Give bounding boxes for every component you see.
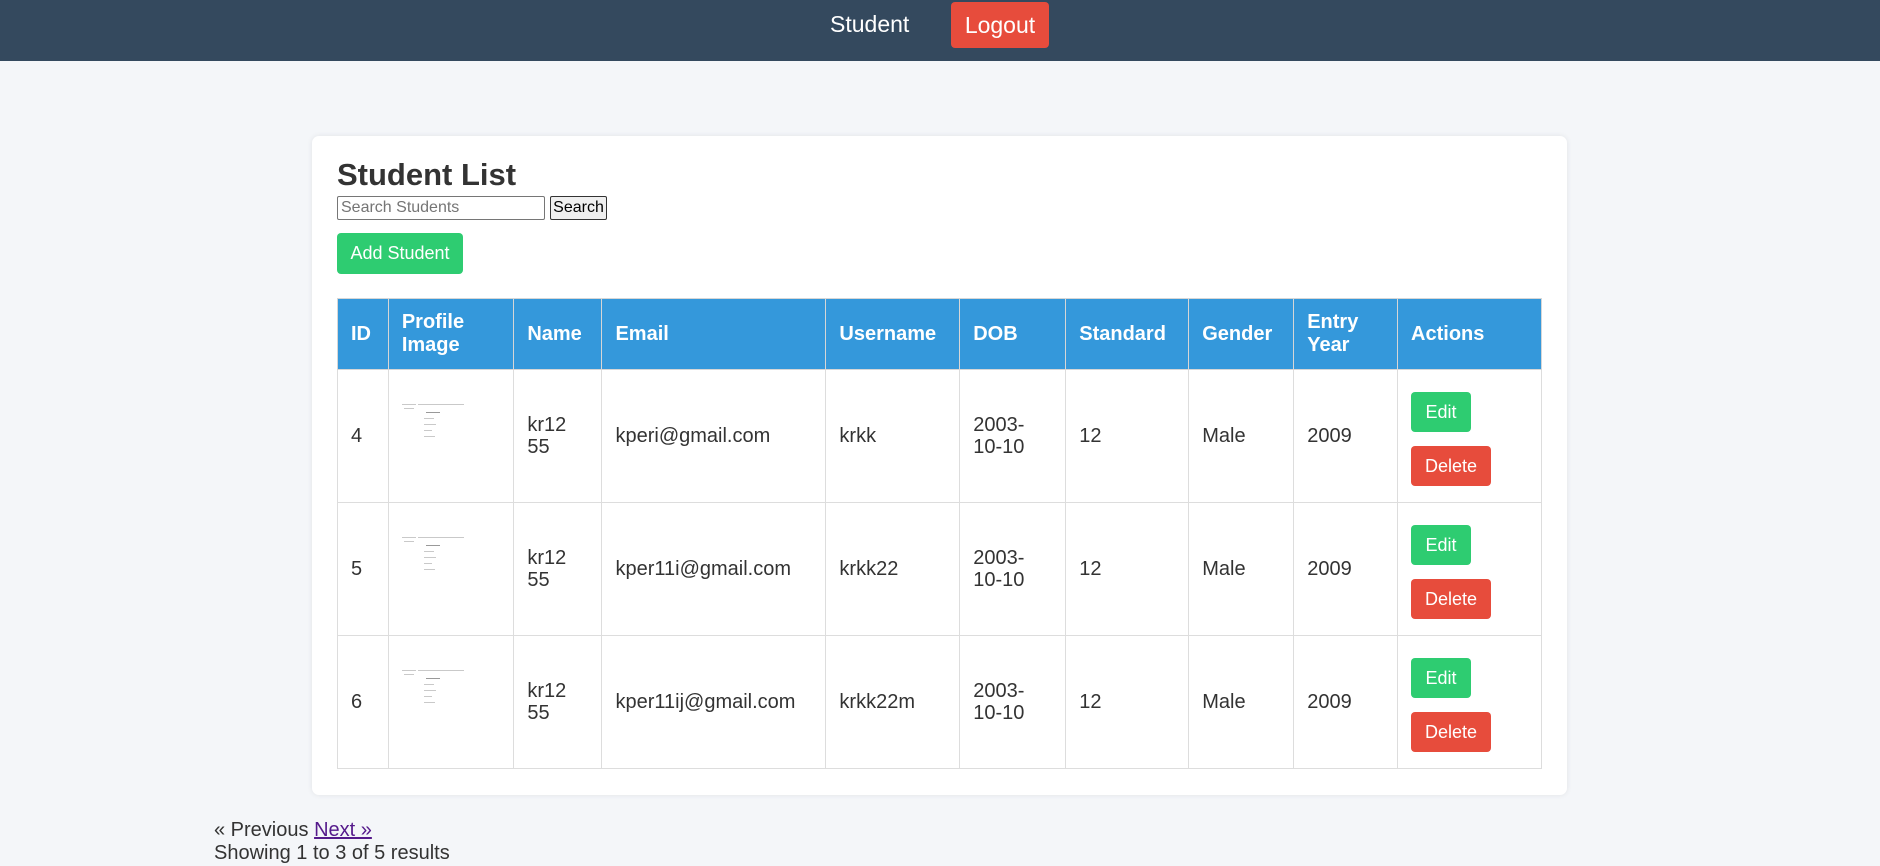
cell-name: kr12 55 bbox=[513, 635, 603, 769]
cell-dob: 2003-10-10 bbox=[959, 369, 1067, 503]
column-header-profile-image: Profile Image bbox=[387, 298, 515, 370]
delete-button[interactable]: Delete bbox=[1411, 579, 1492, 619]
top-navbar: Student Logout bbox=[0, 0, 1880, 61]
page-title: Student List bbox=[337, 157, 517, 192]
column-header-actions: Actions bbox=[1397, 298, 1542, 370]
cell-id: 5 bbox=[337, 502, 389, 636]
student-table: ID Profile Image Name Email Username DOB… bbox=[337, 298, 1542, 769]
edit-button[interactable]: Edit bbox=[1411, 658, 1472, 698]
previous-page-label: « Previous bbox=[214, 819, 309, 841]
search-button[interactable]: Search bbox=[550, 196, 607, 220]
student-list-card: Student List Search Add Student ID Profi… bbox=[312, 136, 1567, 795]
cell-gender: Male bbox=[1188, 369, 1295, 503]
profile-image-thumbnail bbox=[401, 670, 466, 718]
cell-profile-image bbox=[387, 369, 515, 503]
logout-button[interactable]: Logout bbox=[951, 2, 1049, 48]
profile-image-thumbnail bbox=[401, 537, 466, 585]
column-header-id: ID bbox=[337, 298, 389, 370]
cell-username: krkk22 bbox=[825, 502, 961, 636]
cell-name: kr12 55 bbox=[513, 369, 603, 503]
table-row: 4 kr12 55 kperi@gmail.com krkk 2003-10-1… bbox=[337, 369, 1542, 503]
results-summary: Showing 1 to 3 of 5 results bbox=[214, 842, 450, 864]
edit-button[interactable]: Edit bbox=[1411, 392, 1472, 432]
cell-email: kper11ij@gmail.com bbox=[601, 635, 827, 769]
cell-gender: Male bbox=[1188, 502, 1295, 636]
cell-profile-image bbox=[387, 502, 515, 636]
table-row: 6 kr12 55 kper11ij@gmail.com krkk22m 200… bbox=[337, 635, 1542, 769]
cell-id: 6 bbox=[337, 635, 389, 769]
search-input[interactable] bbox=[337, 196, 545, 220]
next-page-link[interactable]: Next » bbox=[314, 819, 372, 841]
cell-dob: 2003-10-10 bbox=[959, 635, 1067, 769]
profile-image-thumbnail bbox=[401, 404, 466, 452]
cell-actions: Edit Delete bbox=[1397, 369, 1542, 503]
cell-standard: 12 bbox=[1065, 502, 1190, 636]
cell-id: 4 bbox=[337, 369, 389, 503]
delete-button[interactable]: Delete bbox=[1411, 712, 1492, 752]
cell-username: krkk bbox=[825, 369, 961, 503]
cell-username: krkk22m bbox=[825, 635, 961, 769]
column-header-username: Username bbox=[825, 298, 961, 370]
table-row: 5 kr12 55 kper11i@gmail.com krkk22 2003-… bbox=[337, 502, 1542, 636]
cell-email: kper11i@gmail.com bbox=[601, 502, 827, 636]
nav-student-link[interactable]: Student bbox=[830, 10, 909, 38]
cell-standard: 12 bbox=[1065, 635, 1190, 769]
column-header-gender: Gender bbox=[1188, 298, 1295, 370]
column-header-entry-year: Entry Year bbox=[1293, 298, 1399, 370]
column-header-dob: DOB bbox=[959, 298, 1067, 370]
column-header-email: Email bbox=[601, 298, 827, 370]
table-header-row: ID Profile Image Name Email Username DOB… bbox=[337, 298, 1542, 370]
cell-entry-year: 2009 bbox=[1293, 369, 1399, 503]
cell-email: kperi@gmail.com bbox=[601, 369, 827, 503]
edit-button[interactable]: Edit bbox=[1411, 525, 1472, 565]
add-student-button[interactable]: Add Student bbox=[337, 233, 463, 274]
delete-button[interactable]: Delete bbox=[1411, 446, 1492, 486]
cell-dob: 2003-10-10 bbox=[959, 502, 1067, 636]
pagination: « Previous Next » bbox=[214, 819, 372, 842]
column-header-name: Name bbox=[513, 298, 603, 370]
cell-standard: 12 bbox=[1065, 369, 1190, 503]
cell-name: kr12 55 bbox=[513, 502, 603, 636]
cell-actions: Edit Delete bbox=[1397, 635, 1542, 769]
cell-actions: Edit Delete bbox=[1397, 502, 1542, 636]
cell-profile-image bbox=[387, 635, 515, 769]
cell-gender: Male bbox=[1188, 635, 1295, 769]
column-header-standard: Standard bbox=[1065, 298, 1190, 370]
cell-entry-year: 2009 bbox=[1293, 635, 1399, 769]
cell-entry-year: 2009 bbox=[1293, 502, 1399, 636]
